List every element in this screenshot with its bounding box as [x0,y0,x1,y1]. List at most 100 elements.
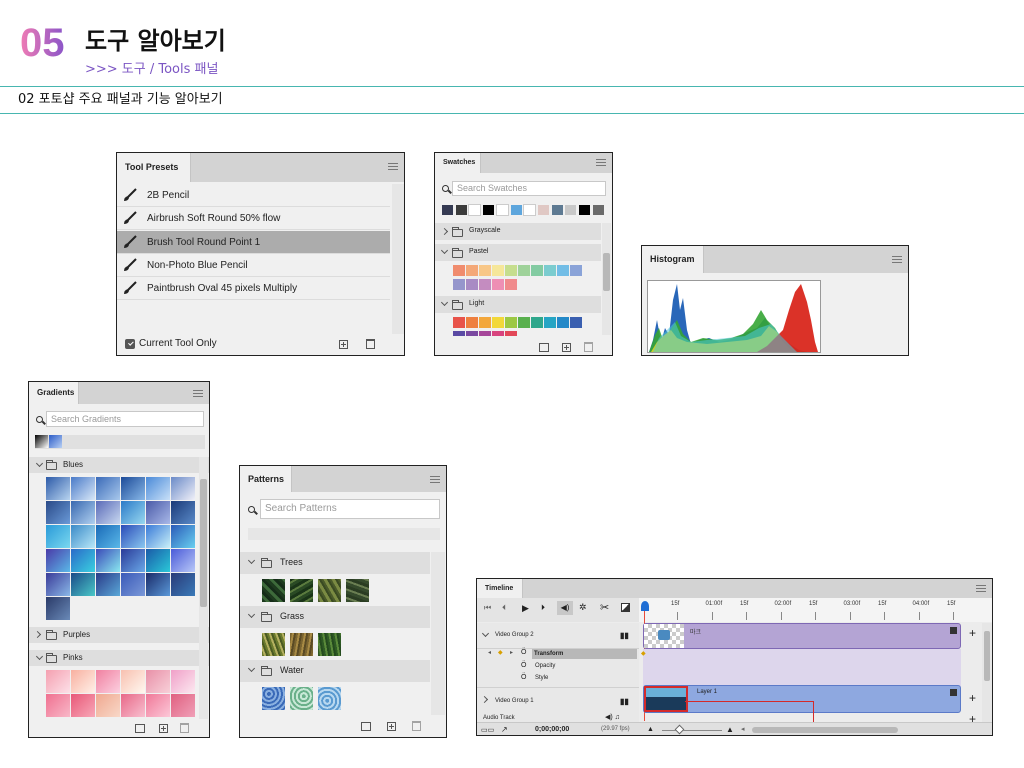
gradient-swatch[interactable] [171,549,195,572]
next-frame-icon[interactable]: ⏵ [541,603,545,613]
playhead-handle[interactable] [641,601,649,611]
audio-icon[interactable]: ◀) ♫ [605,713,620,721]
panel-menu-icon[interactable] [193,390,203,397]
gradient-group-purples[interactable]: Purples [29,627,209,643]
preset-item[interactable]: Non-Photo Blue Pencil [117,254,390,277]
recent-gradient-1[interactable] [35,435,48,448]
horizontal-scroll-thumb[interactable] [752,727,898,733]
render-video-icon[interactable]: ▭▭ [481,726,494,734]
film-icon[interactable]: ▮▮ [620,631,629,640]
pattern-trees-4[interactable] [346,579,369,602]
zoom-slider-thumb[interactable] [674,724,685,735]
gradient-swatch[interactable] [71,525,95,548]
pattern-water-2[interactable] [290,687,313,710]
pattern-grass-1[interactable] [262,633,285,656]
gradient-swatch[interactable] [71,670,95,693]
panel-menu-icon[interactable] [976,585,986,592]
swatch[interactable] [523,204,537,216]
swatch[interactable] [537,205,549,215]
gradient-swatch[interactable] [46,597,70,620]
swatch-scrollbar[interactable] [602,223,611,335]
property-transform[interactable]: ◂ ◆ ▸ Ö Transform [488,649,639,661]
trash-icon[interactable] [584,342,593,352]
gradient-swatch[interactable] [46,525,70,548]
swatch[interactable] [495,204,509,216]
gradient-swatch[interactable] [146,501,170,524]
swatch[interactable] [468,204,482,216]
checkbox-icon[interactable] [125,339,135,349]
tab-tool-presets[interactable]: Tool Presets [117,153,191,182]
zoom-in-icon[interactable]: ▲ [726,725,734,734]
gradient-swatch[interactable] [96,501,120,524]
scroll-thumb[interactable] [603,253,610,291]
new-group-icon[interactable] [539,343,549,352]
swatch[interactable] [492,317,504,328]
gradient-swatch[interactable] [146,525,170,548]
tab-timeline[interactable]: Timeline [477,579,523,598]
gradient-swatch[interactable] [146,694,170,717]
gradient-swatch[interactable] [71,549,95,572]
swatch[interactable] [453,265,465,276]
preset-item[interactable]: Airbrush Soft Round 50% flow [117,207,390,231]
swatch[interactable] [453,317,465,328]
panel-menu-icon[interactable] [892,256,902,263]
swatch[interactable] [479,265,491,276]
swatch[interactable] [557,317,569,328]
swatch[interactable] [453,279,465,290]
swatch[interactable] [505,265,517,276]
gradient-swatch[interactable] [121,573,145,596]
transition-icon[interactable] [621,603,630,612]
gradient-swatch[interactable] [171,573,195,596]
search-swatches-input[interactable]: Search Swatches [452,181,606,196]
swatch[interactable] [479,317,491,328]
pattern-trees-1[interactable] [262,579,285,602]
swatch[interactable] [479,331,491,336]
gradient-swatch[interactable] [171,694,195,717]
stopwatch-icon[interactable]: Ö [521,649,526,656]
new-preset-icon[interactable] [339,340,348,349]
new-gradient-icon[interactable] [159,724,168,733]
scroll-thumb[interactable] [200,479,207,607]
pattern-group-water[interactable]: Water [240,660,430,682]
prev-frame-icon[interactable]: ⏴ [502,603,506,613]
gradient-swatch[interactable] [71,573,95,596]
clip-end-icon[interactable] [950,627,957,634]
tab-patterns[interactable]: Patterns [240,466,292,492]
preset-item[interactable]: Paintbrush Oval 45 pixels Multiply [117,277,390,301]
gradient-swatch[interactable] [171,477,195,500]
clip-video-group-1[interactable]: Layer 1 [643,685,961,713]
stopwatch-icon[interactable]: Ö [521,662,526,669]
gradient-swatch[interactable] [171,670,195,693]
gradient-scrollbar[interactable] [199,457,208,719]
swatch[interactable] [531,265,543,276]
gear-icon[interactable]: ✲ [579,602,587,613]
swatch[interactable] [518,317,530,328]
keyframe-icon[interactable]: ◆ [641,650,646,657]
clip-video-group-2[interactable]: 마크 [643,623,961,649]
gradient-swatch[interactable] [96,549,120,572]
gradient-swatch[interactable] [96,670,120,693]
pattern-trees-2[interactable] [290,579,313,602]
gradient-swatch[interactable] [96,525,120,548]
swatch[interactable] [592,205,604,215]
pattern-group-grass[interactable]: Grass [240,606,430,628]
swatch[interactable] [531,317,543,328]
tab-swatches[interactable]: Swatches [435,153,481,173]
film-icon[interactable]: ▮▮ [620,697,629,706]
swatch[interactable] [505,317,517,328]
pattern-water-3[interactable] [318,687,341,710]
gradient-swatch[interactable] [96,573,120,596]
swatch[interactable] [453,331,465,336]
gradient-swatch[interactable] [46,477,70,500]
swatch[interactable] [579,205,590,215]
gradient-swatch[interactable] [46,549,70,572]
add-media-icon[interactable]: + [969,626,976,640]
preset-item[interactable]: 2B Pencil [117,184,390,207]
gradient-swatch[interactable] [121,549,145,572]
panel-menu-icon[interactable] [388,163,398,170]
tab-histogram[interactable]: Histogram [642,246,704,273]
gradient-swatch[interactable] [121,525,145,548]
pattern-grass-3[interactable] [318,633,341,656]
new-group-icon[interactable] [361,722,371,731]
swatch[interactable] [510,205,522,215]
